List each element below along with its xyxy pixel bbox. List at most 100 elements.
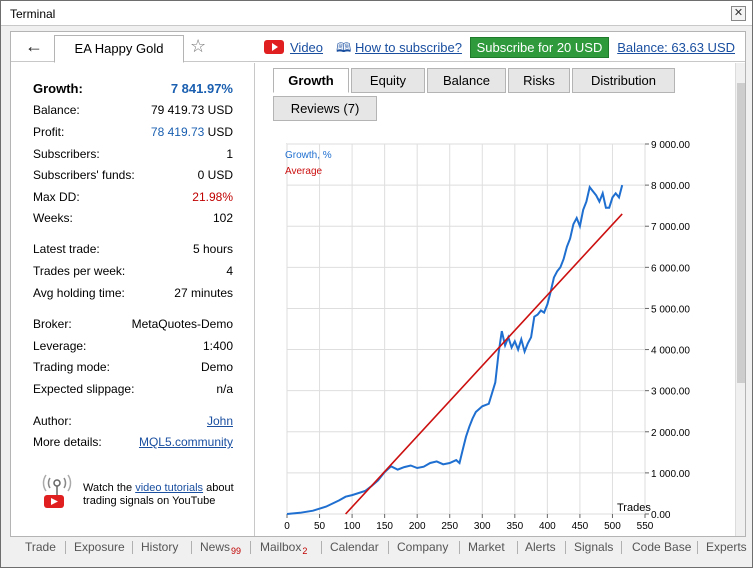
stat-subscribers: Subscribers: 1 — [33, 147, 233, 163]
y-tick-label: 0.00 — [651, 510, 671, 521]
signal-stats: Growth: 7 841.97% Balance: 79 419.73 USD… — [11, 63, 255, 536]
tab-growth[interactable]: Growth — [273, 68, 349, 93]
star-icon[interactable]: ☆ — [190, 36, 206, 57]
stat-value: 1 — [226, 147, 233, 161]
bottom-tab-label: Exposure — [74, 540, 125, 554]
bottom-tab-label: Trade — [25, 540, 56, 554]
y-tick-label: 9 000.00 — [651, 140, 690, 151]
bottom-tab-mailbox[interactable]: Mailbox2 — [260, 540, 307, 556]
stat-value: 102 — [212, 211, 233, 225]
stat-trades-per-week: Trades per week: 4 — [33, 264, 233, 280]
tab-separator — [388, 541, 389, 554]
video-tutorials-link[interactable]: video tutorials — [135, 482, 203, 494]
x-tick-label: 0 — [284, 521, 290, 532]
stat-label: Growth: — [33, 81, 83, 96]
x-tick-label: 550 — [637, 521, 654, 532]
account-balance-link[interactable]: Balance: 63.63 USD — [617, 40, 735, 55]
author-link[interactable]: John — [207, 414, 233, 428]
legend-average: Average — [285, 166, 323, 177]
stat-growth: Growth: 7 841.97% — [33, 81, 233, 97]
stat-balance: Balance: 79 419.73 USD — [33, 103, 233, 119]
back-arrow-icon[interactable]: ← — [17, 36, 51, 58]
bottom-tab-trade[interactable]: Trade — [25, 540, 56, 554]
vertical-scrollbar[interactable] — [735, 63, 745, 536]
stat-value: 78 419.73 USD — [151, 125, 233, 139]
stat-trading-mode: Trading mode: Demo — [33, 360, 233, 376]
video-tutorials-box: Watch the video tutorials about trading … — [41, 473, 241, 513]
bottom-tab-label: Alerts — [525, 540, 556, 554]
x-tick-label: 100 — [344, 521, 361, 532]
tab-separator — [321, 541, 322, 554]
tab-separator — [697, 541, 698, 554]
stat-author: Author: John — [33, 414, 233, 430]
bottom-tab-label: News — [200, 540, 231, 554]
stat-max-dd: Max DD: 21.98% — [33, 190, 233, 206]
x-tick-label: 450 — [572, 521, 589, 532]
bottom-tab-alerts[interactable]: Alerts — [525, 540, 556, 554]
bottom-tab-experts[interactable]: Experts — [706, 540, 747, 554]
bottom-tab-history[interactable]: History — [141, 540, 178, 554]
stat-label: Balance: — [33, 103, 80, 117]
stat-label: Trades per week: — [33, 264, 126, 278]
y-tick-label: 4 000.00 — [651, 346, 690, 357]
stat-subscribers-funds: Subscribers' funds: 0 USD — [33, 168, 233, 184]
stat-slippage: Expected slippage: n/a — [33, 382, 233, 398]
stat-value: 21.98% — [192, 190, 233, 204]
youtube-broadcast-icon — [42, 474, 72, 508]
tab-distribution[interactable]: Distribution — [572, 68, 675, 93]
tab-separator — [517, 541, 518, 554]
bottom-tab-news[interactable]: News99 — [200, 540, 241, 556]
title-bar: Terminal ✕ — [1, 1, 752, 26]
stat-value: 4 — [226, 264, 233, 278]
tab-reviews[interactable]: Reviews (7) — [273, 96, 377, 121]
stat-label: Broker: — [33, 317, 72, 331]
x-tick-label: 150 — [376, 521, 393, 532]
how-to-subscribe-link[interactable]: How to subscribe? — [355, 40, 462, 55]
youtube-icon[interactable] — [264, 40, 284, 54]
subscribe-button[interactable]: Subscribe for 20 USD — [470, 37, 609, 58]
y-tick-label: 1 000.00 — [651, 469, 690, 480]
x-tick-label: 300 — [474, 521, 491, 532]
tab-separator — [565, 541, 566, 554]
tab-balance[interactable]: Balance — [427, 68, 506, 93]
bottom-tab-calendar[interactable]: Calendar — [330, 540, 379, 554]
stat-latest-trade: Latest trade: 5 hours — [33, 242, 233, 258]
stat-label: Leverage: — [33, 339, 87, 353]
tab-separator — [250, 541, 251, 554]
y-axis-ticks: 0.00 1 000.00 2 000.00 3 000.00 4 000.00 5 00… — [645, 140, 690, 521]
stat-value: n/a — [216, 382, 233, 396]
legend-growth: Growth, % — [285, 150, 332, 161]
tab-equity[interactable]: Equity — [351, 68, 425, 93]
help-text: Watch the video tutorials about trading … — [83, 482, 243, 508]
stat-more-details: More details: MQL5.community — [33, 435, 233, 451]
help-icon: 🕮 — [336, 40, 352, 55]
stat-value: Demo — [200, 360, 233, 374]
y-tick-label: 3 000.00 — [651, 387, 690, 398]
tab-risks[interactable]: Risks — [508, 68, 570, 93]
bottom-tab-market[interactable]: Market — [468, 540, 505, 554]
chart-grid — [286, 143, 646, 515]
tab-separator — [191, 541, 192, 554]
video-link[interactable]: Video — [290, 40, 323, 55]
chart-tabs: Growth Equity Balance Risks Distribution… — [273, 68, 693, 126]
bottom-tab-code-base[interactable]: Code Base — [632, 540, 691, 554]
window-title: Terminal — [10, 7, 56, 21]
x-tick-label: 500 — [604, 521, 621, 532]
stat-value: 5 hours — [192, 242, 233, 256]
stat-label: Max DD: — [33, 190, 80, 204]
x-tick-label: 350 — [506, 521, 523, 532]
mql5-community-link[interactable]: MQL5.community — [139, 435, 233, 449]
signal-panel: ← EA Happy Gold ☆ Video 🕮 How to subscri… — [10, 31, 746, 537]
stat-label: Trading mode: — [33, 360, 110, 374]
stat-label: Subscribers: — [33, 147, 100, 161]
bottom-tab-signals[interactable]: Signals — [574, 540, 613, 554]
stat-leverage: Leverage: 1:400 — [33, 339, 233, 355]
bottom-tab-label: Experts — [706, 540, 747, 554]
stat-label: Author: — [33, 414, 72, 428]
close-icon[interactable]: ✕ — [731, 6, 746, 21]
stat-broker: Broker: MetaQuotes-Demo — [33, 317, 233, 333]
signal-name-tab[interactable]: EA Happy Gold — [54, 35, 184, 63]
scrollbar-thumb[interactable] — [737, 83, 745, 383]
bottom-tab-exposure[interactable]: Exposure — [74, 540, 125, 554]
bottom-tab-company[interactable]: Company — [397, 540, 448, 554]
